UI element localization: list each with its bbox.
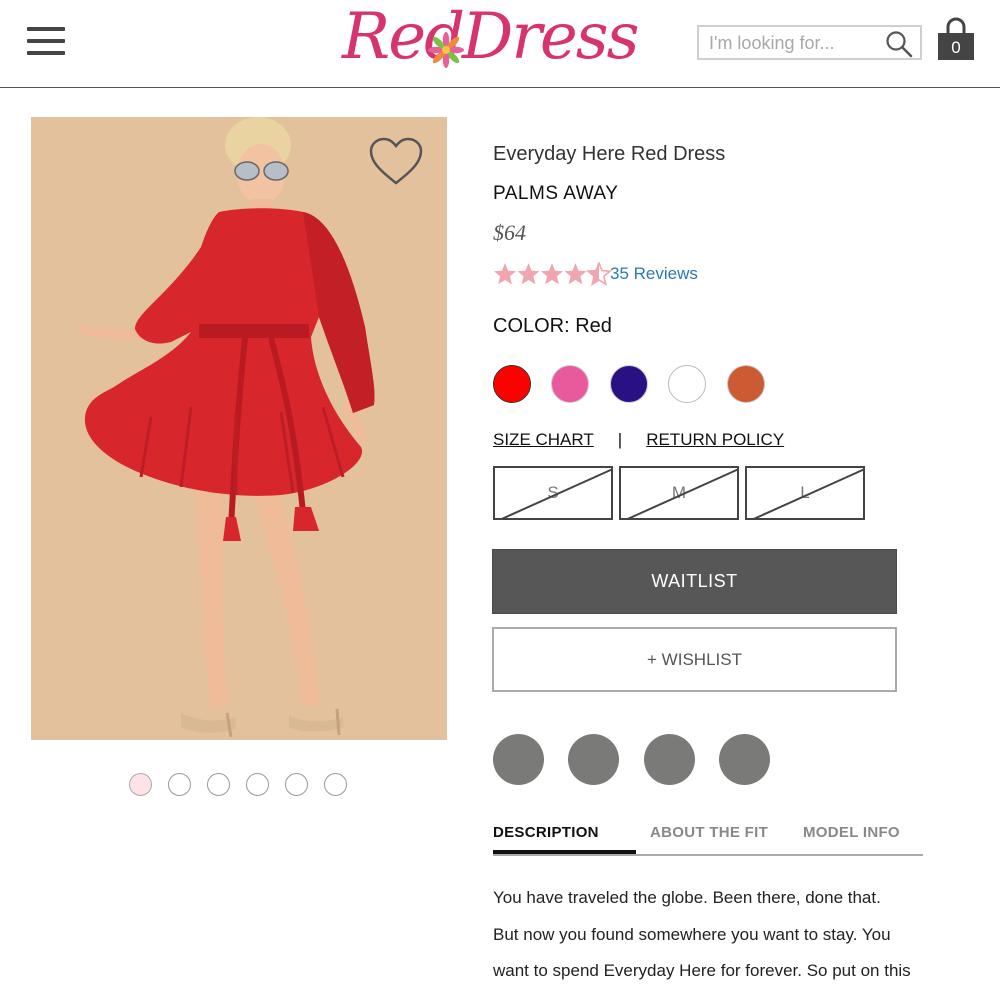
color-swatch-navy[interactable] [610, 365, 648, 403]
gallery-dot-4[interactable] [246, 773, 269, 796]
unavailable-slash-icon [501, 468, 611, 518]
search-icon[interactable] [885, 30, 913, 58]
unavailable-slash-icon [753, 468, 863, 518]
product-description: You have traveled the globe. Been there,… [493, 880, 933, 990]
description-line: But now you found somewhere you want to … [493, 924, 891, 944]
product-brand[interactable]: PALMS AWAY [493, 183, 618, 205]
description-line: want to spend Everyday Here for forever.… [493, 961, 911, 980]
site-logo[interactable]: Red Dress [340, 0, 639, 84]
product-title: Everyday Here Red Dress [493, 143, 726, 165]
product-price: $64 [493, 220, 526, 245]
gallery-dot-2[interactable] [168, 773, 191, 796]
gallery-dot-5[interactable] [285, 773, 308, 796]
size-option-l[interactable]: L [745, 466, 865, 520]
search-box [697, 25, 922, 60]
product-tabs: DESCRIPTION ABOUT THE FIT MODEL INFO [493, 822, 923, 856]
share-email-icon[interactable] [719, 734, 770, 785]
cart-button[interactable]: 0 [937, 17, 975, 61]
gallery-dot-1[interactable] [129, 773, 152, 796]
share-pinterest-icon[interactable] [644, 734, 695, 785]
flower-icon [428, 32, 464, 68]
tab-about-the-fit[interactable]: ABOUT THE FIT [650, 824, 768, 841]
size-option-s[interactable]: S [493, 466, 613, 520]
description-line: You have traveled the globe. Been there,… [493, 888, 881, 907]
color-swatch-rust[interactable] [727, 365, 765, 403]
color-label: COLOR: Red [493, 315, 612, 337]
color-swatch-pink[interactable] [551, 365, 589, 403]
wishlist-button[interactable]: + WISHLIST [492, 627, 897, 692]
heart-icon[interactable] [368, 137, 424, 187]
active-tab-indicator [493, 850, 636, 854]
return-policy-link[interactable]: RETURN POLICY [646, 430, 784, 449]
rating-stars[interactable] [493, 262, 611, 286]
gallery-dot-6[interactable] [324, 773, 347, 796]
search-input[interactable] [709, 31, 879, 55]
size-option-m[interactable]: M [619, 466, 739, 520]
color-swatch-red[interactable] [493, 365, 531, 403]
tab-description[interactable]: DESCRIPTION [493, 824, 599, 841]
share-facebook-icon[interactable] [493, 734, 544, 785]
menu-icon[interactable] [27, 27, 65, 55]
cart-count: 0 [951, 38, 961, 57]
links-divider: | [617, 430, 623, 449]
color-swatch-white[interactable] [668, 365, 706, 403]
product-image[interactable] [31, 117, 447, 740]
site-header: Red Dress 0 [0, 0, 1000, 88]
size-links: SIZE CHART | RETURN POLICY [493, 430, 784, 450]
share-twitter-icon[interactable] [568, 734, 619, 785]
gallery-dot-3[interactable] [207, 773, 230, 796]
tab-model-info[interactable]: MODEL INFO [803, 824, 900, 841]
reviews-link[interactable]: 35 Reviews [610, 264, 698, 284]
logo-word-dress: Dress [462, 0, 639, 74]
size-chart-link[interactable]: SIZE CHART [493, 430, 594, 449]
unavailable-slash-icon [627, 468, 737, 518]
waitlist-button[interactable]: WAITLIST [492, 549, 897, 614]
model-photo [31, 117, 447, 740]
